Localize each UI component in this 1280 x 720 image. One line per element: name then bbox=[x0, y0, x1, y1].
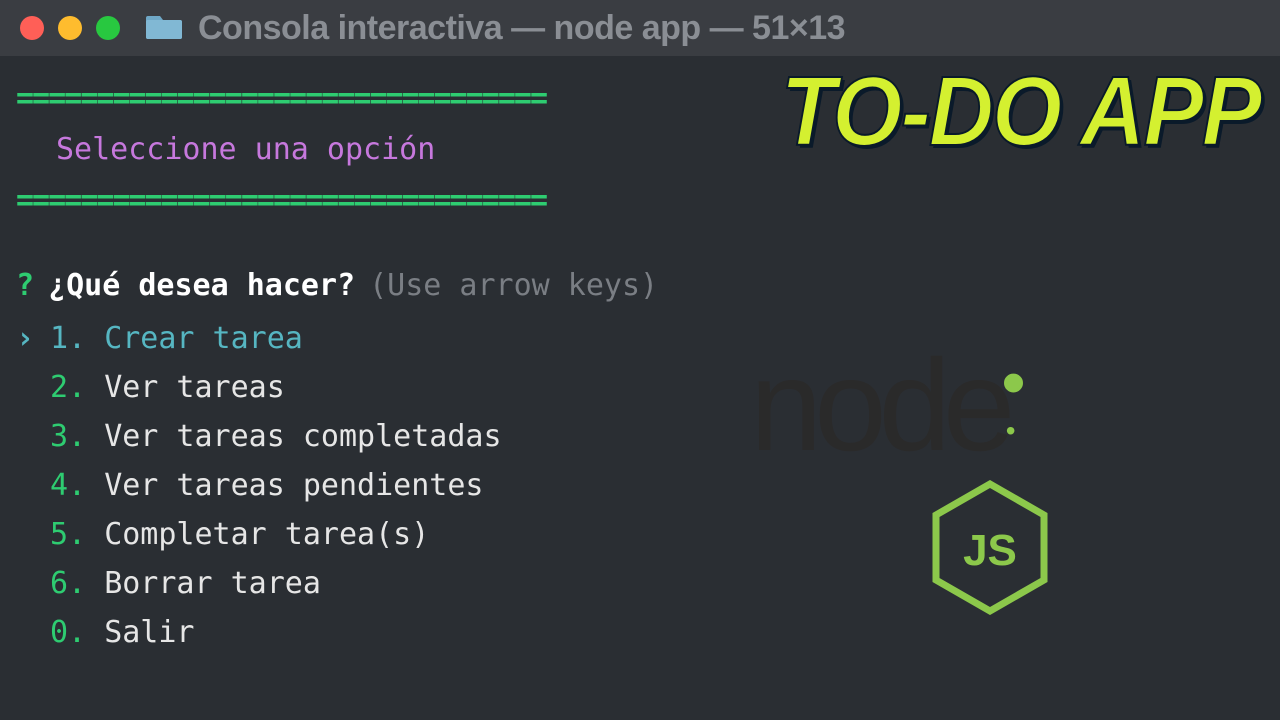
close-window-button[interactable] bbox=[20, 16, 44, 40]
menu-item-label: Completar tarea(s) bbox=[104, 517, 429, 552]
menu-item-number: 3. bbox=[50, 419, 86, 454]
menu-item-number: 6. bbox=[50, 566, 86, 601]
nodejs-logo: node•• bbox=[750, 330, 1230, 480]
window-titlebar: Consola interactiva — node app — 51×13 bbox=[0, 0, 1280, 56]
window-title: Consola interactiva — node app — 51×13 bbox=[198, 9, 845, 48]
nodejs-logo-text: node•• bbox=[750, 330, 1230, 480]
divider-bottom: ================================= bbox=[16, 178, 1264, 223]
svg-text:JS: JS bbox=[963, 526, 1017, 575]
menu-item-label: Crear tarea bbox=[104, 321, 303, 356]
menu-item-6[interactable]: 6. Borrar tarea bbox=[16, 559, 1264, 608]
menu-item-number: 4. bbox=[50, 468, 86, 503]
menu-item-number: 5. bbox=[50, 517, 86, 552]
overlay-title: TO-DO APP bbox=[781, 70, 1260, 153]
pointer-icon: › bbox=[16, 316, 36, 361]
menu-item-number: 1. bbox=[50, 321, 86, 356]
traffic-lights bbox=[20, 16, 120, 40]
prompt-hint: (Use arrow keys) bbox=[369, 263, 658, 308]
menu-item-label: Salir bbox=[104, 615, 194, 650]
prompt-text: ¿Qué desea hacer? bbox=[48, 263, 355, 308]
menu-item-number: 0. bbox=[50, 615, 86, 650]
prompt-line: ? ¿Qué desea hacer? (Use arrow keys) bbox=[16, 263, 1264, 308]
menu-item-number: 2. bbox=[50, 370, 86, 405]
menu-item-label: Ver tareas completadas bbox=[104, 419, 501, 454]
menu-item-5[interactable]: 5. Completar tarea(s) bbox=[16, 510, 1264, 559]
menu-item-0[interactable]: 0. Salir bbox=[16, 608, 1264, 657]
menu-item-label: Ver tareas pendientes bbox=[104, 468, 483, 503]
folder-icon bbox=[136, 11, 182, 45]
minimize-window-button[interactable] bbox=[58, 16, 82, 40]
maximize-window-button[interactable] bbox=[96, 16, 120, 40]
nodejs-hex-icon: JS bbox=[930, 480, 1050, 619]
menu-item-label: Borrar tarea bbox=[104, 566, 321, 601]
menu-item-label: Ver tareas bbox=[104, 370, 285, 405]
prompt-question-icon: ? bbox=[16, 263, 34, 308]
